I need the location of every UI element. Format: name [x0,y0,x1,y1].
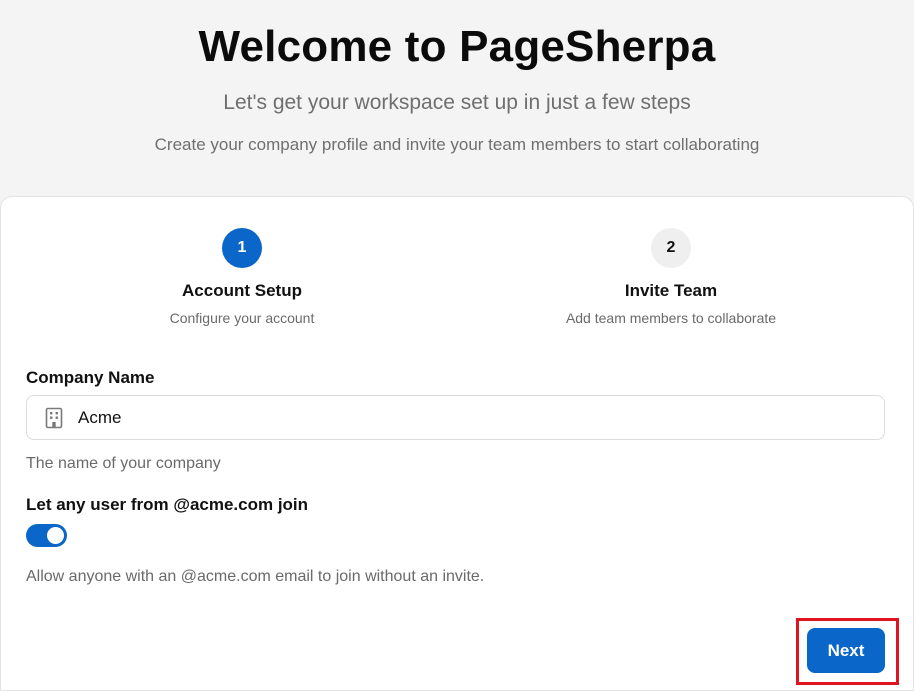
page-description: Create your company profile and invite y… [154,135,760,154]
step-invite-team[interactable]: 2 Invite Team Add team members to collab… [521,228,821,326]
building-icon [45,407,63,428]
setup-card: 1 Account Setup Configure your account 2… [0,196,914,691]
next-button[interactable]: Next [807,628,885,673]
company-name-label: Company Name [26,368,155,387]
page-title: Welcome to PageSherpa [198,22,716,71]
company-name-field[interactable] [26,395,885,440]
toggle-knob [47,527,64,544]
step-number-badge: 2 [651,228,691,268]
company-name-input[interactable] [78,407,884,428]
domain-join-helper: Allow anyone with an @acme.com email to … [26,568,485,585]
step-number-badge: 1 [222,228,262,268]
company-name-helper: The name of your company [26,455,221,472]
domain-join-toggle[interactable] [26,524,67,547]
step-subtitle: Configure your account [169,310,315,326]
step-subtitle: Add team members to collaborate [565,310,777,326]
welcome-header: Welcome to PageSherpa Let's get your wor… [0,0,914,200]
step-title: Invite Team [624,281,718,300]
domain-join-label: Let any user from @acme.com join [26,495,309,514]
page-subtitle: Let's get your workspace set up in just … [223,91,691,114]
step-title: Account Setup [182,281,302,300]
step-account-setup[interactable]: 1 Account Setup Configure your account [92,228,392,326]
